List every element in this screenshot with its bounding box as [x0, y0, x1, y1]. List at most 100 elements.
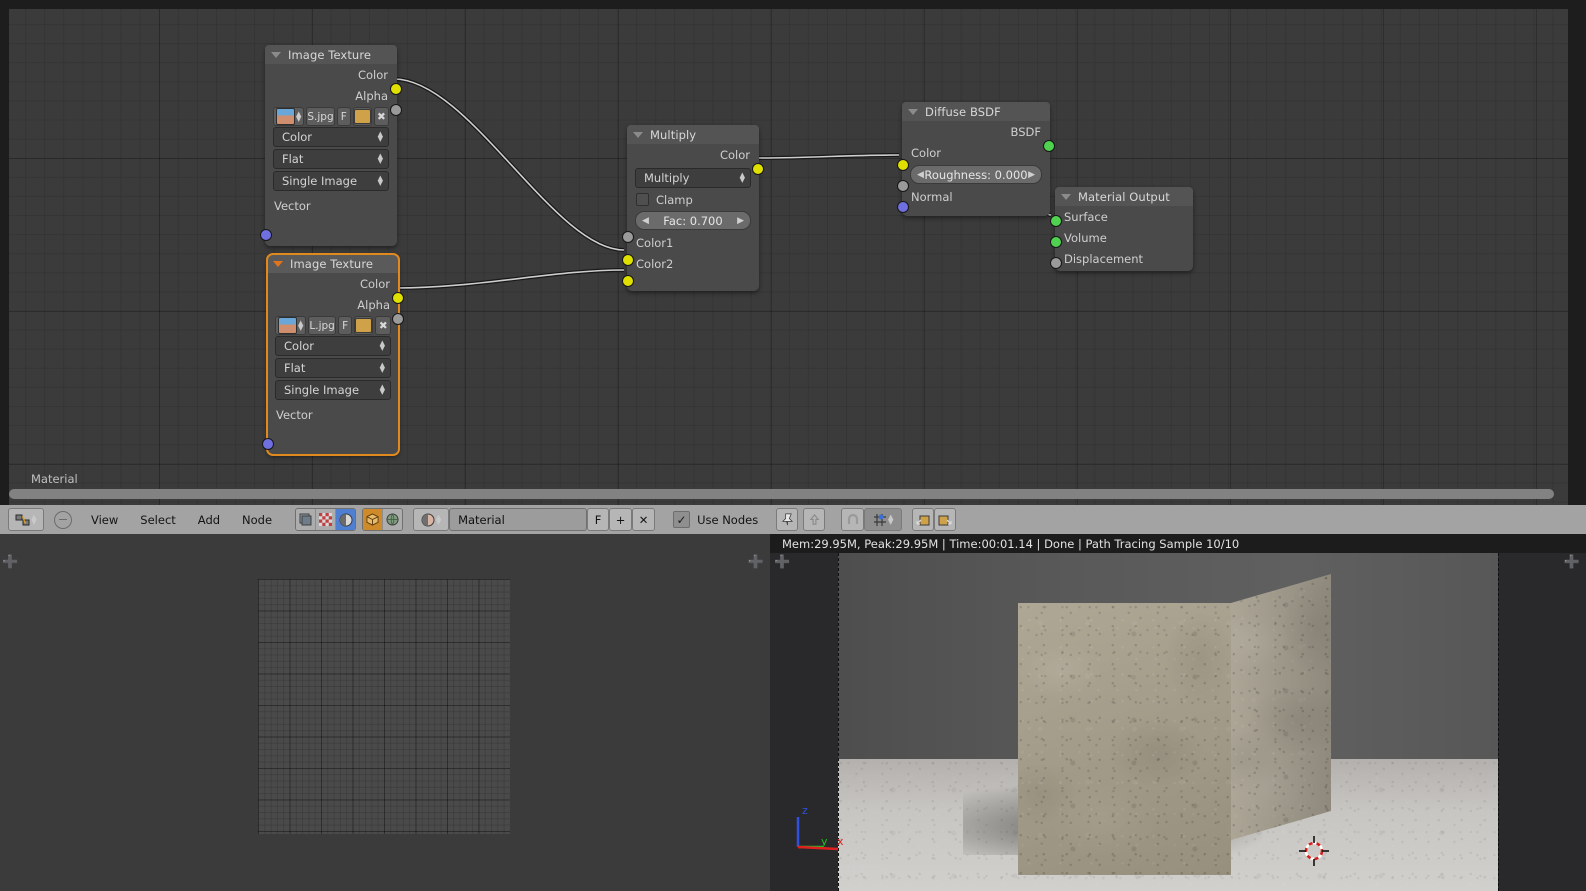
new-material-button[interactable]: +: [609, 508, 632, 531]
image-datablock-row[interactable]: ▲▼ S.jpg F ✖: [273, 108, 389, 125]
material-shading-icon[interactable]: [336, 509, 355, 530]
roughness-slider[interactable]: ◀ Roughness: 0.000 ▶: [910, 165, 1042, 184]
node-image-texture-2[interactable]: Image Texture Color Alpha ▲▼ L.jpg F: [267, 254, 399, 455]
texture-context-icon[interactable]: [296, 509, 316, 530]
region-expand-right-icon[interactable]: ➕: [1564, 556, 1580, 569]
chevron-left-icon[interactable]: ◀: [642, 216, 649, 226]
object-icon[interactable]: [363, 509, 383, 530]
socket-bsdf-output[interactable]: [1043, 140, 1055, 152]
input-vector[interactable]: Vector: [267, 404, 399, 425]
menu-view[interactable]: View: [80, 513, 129, 527]
chevron-left-icon[interactable]: ◀: [917, 170, 924, 180]
3d-viewport-area[interactable]: Mem:29.95M, Peak:29.95M | Time:00:01.14 …: [770, 534, 1586, 891]
pin-button[interactable]: [776, 508, 798, 531]
triangle-down-icon[interactable]: [633, 132, 643, 138]
triangle-down-icon[interactable]: [1061, 194, 1071, 200]
input-normal[interactable]: Normal: [902, 186, 1050, 207]
unlink-image-button[interactable]: ✖: [375, 316, 391, 335]
image-name-field[interactable]: L.jpg: [308, 316, 335, 335]
output-color[interactable]: Color: [265, 64, 397, 85]
socket-vector-input[interactable]: [262, 438, 274, 450]
checkbox-icon[interactable]: [636, 193, 649, 206]
image-browse-button[interactable]: ▲▼: [275, 316, 306, 335]
node-header[interactable]: Image Texture: [267, 254, 399, 273]
socket-color-input[interactable]: [897, 159, 909, 171]
input-surface[interactable]: Surface: [1055, 206, 1193, 227]
node-image-texture-1[interactable]: Image Texture Color Alpha ▲▼ S.jpg F: [265, 45, 397, 246]
snap-element-button[interactable]: ▲▼: [864, 508, 902, 531]
uv-grid[interactable]: [258, 579, 510, 834]
open-image-button[interactable]: [354, 316, 373, 335]
node-editor-area[interactable]: Image Texture Color Alpha ▲▼ S.jpg F: [9, 9, 1568, 505]
material-fake-user-button[interactable]: F: [587, 508, 609, 531]
node-material-output[interactable]: Material Output Surface Volume Displacem…: [1055, 187, 1193, 271]
chevron-right-icon[interactable]: ▶: [737, 216, 744, 226]
use-nodes-checkbox[interactable]: ✓: [673, 511, 690, 528]
output-alpha[interactable]: Alpha: [267, 294, 399, 315]
fac-slider[interactable]: ◀ Fac: 0.700 ▶: [635, 211, 751, 230]
menu-add[interactable]: Add: [187, 513, 231, 527]
socket-vector-input[interactable]: [260, 229, 272, 241]
input-displacement[interactable]: Displacement: [1055, 248, 1193, 269]
socket-alpha-output[interactable]: [392, 313, 404, 325]
output-color[interactable]: Color: [627, 144, 759, 165]
node-diffuse-bsdf[interactable]: Diffuse BSDF BSDF Color ◀ Roughness: 0.0…: [902, 102, 1050, 216]
output-color[interactable]: Color: [267, 273, 399, 294]
menu-select[interactable]: Select: [129, 513, 186, 527]
triangle-down-icon[interactable]: [908, 109, 918, 115]
projection-enum[interactable]: Flat ▲▼: [275, 358, 391, 378]
snap-toggle-button[interactable]: [841, 508, 864, 531]
node-editor-horizontal-scrollbar[interactable]: [9, 489, 1554, 499]
clamp-checkbox-row[interactable]: Clamp: [627, 190, 759, 209]
socket-color1-input[interactable]: [622, 254, 634, 266]
socket-normal-input[interactable]: [897, 201, 909, 213]
triangle-down-icon[interactable]: [273, 261, 283, 267]
input-volume[interactable]: Volume: [1055, 227, 1193, 248]
unlink-image-button[interactable]: ✖: [374, 107, 389, 126]
world-icon[interactable]: [383, 509, 402, 530]
region-expand-right-icon[interactable]: ➕: [748, 556, 764, 569]
input-color[interactable]: Color: [902, 142, 1050, 163]
material-name-field[interactable]: Material: [449, 508, 587, 531]
node-header[interactable]: Multiply: [627, 125, 759, 144]
projection-enum[interactable]: Flat ▲▼: [273, 149, 389, 169]
source-enum[interactable]: Single Image ▲▼: [275, 380, 391, 400]
go-to-parent-button[interactable]: [803, 508, 825, 531]
socket-displacement-input[interactable]: [1050, 257, 1062, 269]
node-mix-rgb-multiply[interactable]: Multiply Color Multiply ▲▼ Clamp ◀ Fac: …: [627, 125, 759, 291]
shader-type-group[interactable]: [295, 508, 356, 531]
socket-fac-input[interactable]: [622, 231, 634, 243]
uv-image-editor-area[interactable]: ➕ ➕: [0, 534, 770, 891]
region-expand-left-icon[interactable]: ➕: [2, 556, 18, 569]
socket-color2-input[interactable]: [622, 275, 634, 287]
socket-surface-input[interactable]: [1050, 215, 1062, 227]
fake-user-button[interactable]: F: [337, 107, 351, 126]
material-browse-button[interactable]: ▲▼: [413, 508, 449, 531]
blend-type-enum[interactable]: Multiply ▲▼: [635, 168, 751, 188]
socket-color-output[interactable]: [390, 83, 402, 95]
socket-alpha-output[interactable]: [390, 104, 402, 116]
output-alpha[interactable]: Alpha: [265, 85, 397, 106]
image-browse-button[interactable]: ▲▼: [273, 107, 304, 126]
socket-roughness-input[interactable]: [897, 180, 909, 192]
node-header[interactable]: Material Output: [1055, 187, 1193, 206]
chevron-right-icon[interactable]: ▶: [1028, 170, 1035, 180]
paste-button[interactable]: [934, 508, 956, 531]
node-header[interactable]: Image Texture: [265, 45, 397, 64]
input-vector[interactable]: Vector: [265, 195, 397, 216]
menu-node[interactable]: Node: [231, 513, 283, 527]
output-bsdf[interactable]: BSDF: [902, 121, 1050, 142]
shader-target-group[interactable]: [362, 508, 403, 531]
image-name-field[interactable]: S.jpg: [306, 107, 334, 126]
collapse-menu-icon[interactable]: [54, 511, 72, 529]
socket-color-output[interactable]: [752, 163, 764, 175]
region-expand-left-icon[interactable]: ➕: [774, 556, 790, 569]
copy-button[interactable]: [912, 508, 934, 531]
open-image-button[interactable]: [353, 107, 372, 126]
image-datablock-row[interactable]: ▲▼ L.jpg F ✖: [275, 317, 391, 334]
socket-volume-input[interactable]: [1050, 236, 1062, 248]
checker-icon[interactable]: [316, 509, 336, 530]
unlink-material-button[interactable]: ✕: [632, 508, 655, 531]
color-space-enum[interactable]: Color ▲▼: [275, 336, 391, 356]
editor-type-button[interactable]: ▲▼: [8, 508, 44, 531]
